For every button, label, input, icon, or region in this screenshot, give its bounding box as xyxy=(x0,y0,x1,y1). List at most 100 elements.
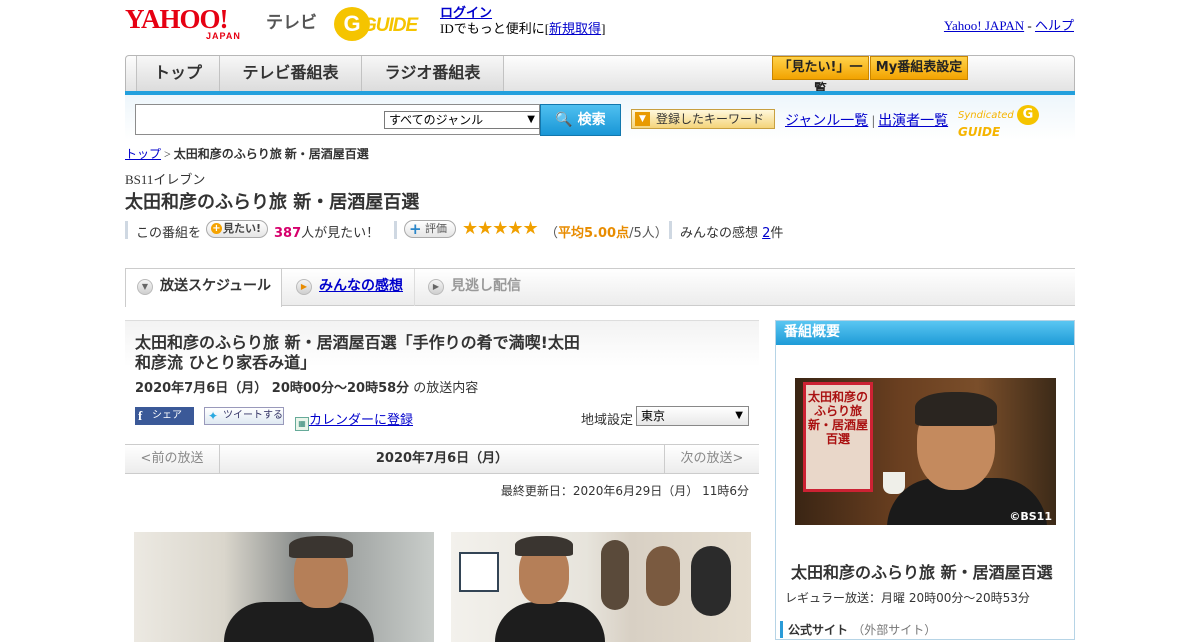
tab-top[interactable]: トップ xyxy=(136,56,220,91)
tweet-label: ツイートする xyxy=(223,410,283,421)
tweet-button[interactable]: ✦ ツイートする xyxy=(204,407,284,425)
want-prefix: この番組を xyxy=(136,226,202,241)
episode-photo xyxy=(451,532,751,642)
photo-figure xyxy=(495,602,605,642)
search-button-label: 検索 xyxy=(577,112,606,128)
dash: - xyxy=(1024,18,1035,33)
program-subtabs: ▼ 放送スケジュール ▶ みんなの感想 ▶ 見逃し配信 xyxy=(125,268,1075,307)
divider xyxy=(125,221,128,239)
photo-pan xyxy=(691,546,731,616)
tv-label[interactable]: テレビ xyxy=(266,8,317,33)
search-row: すべてのジャンル ▼ 🔍 検索 ▼ 登録したキーワード ジャンル一覧 | 出演者… xyxy=(125,95,1075,140)
login-suffix: ] xyxy=(601,21,606,36)
login-block: ログイン IDでもっと便利に[新規取得] xyxy=(440,5,605,37)
syndicated-gguide: Syndicated G GUIDE xyxy=(958,105,1075,139)
main-nav: トップ テレビ番組表 ラジオ番組表 「見たい!」一覧 My番組表設定 xyxy=(125,55,1075,97)
mitai-list-button[interactable]: 「見たい!」一覧 xyxy=(772,56,869,97)
yahoo-japan-link[interactable]: Yahoo! JAPAN xyxy=(944,18,1024,33)
divider xyxy=(394,221,397,239)
rating-button-label: 評価 xyxy=(425,222,447,235)
calendar-register-link[interactable]: カレンダーに登録 xyxy=(309,413,413,428)
want-button[interactable]: + 見たい! xyxy=(206,220,268,238)
syndicated-g-mark: G xyxy=(1016,105,1039,125)
regular-broadcast: レギュラー放送：月曜 20時00分～20時53分 xyxy=(785,591,1030,605)
photo-dish xyxy=(459,552,499,592)
plus-icon: + xyxy=(409,220,422,238)
photo-hair xyxy=(515,536,573,556)
top-right-links: Yahoo! JAPAN - ヘルプ xyxy=(944,15,1074,34)
yahoo-japan-logo[interactable]: YAHOO! JAPAN xyxy=(125,4,261,42)
want-button-label: 見たい! xyxy=(223,222,262,235)
episode-date: 2020年7月6日（月） 20時00分～20時58分 xyxy=(135,381,410,396)
izakaya-sign: 太田和彦のふらり旅新・居酒屋百選 xyxy=(803,382,873,492)
program-image: 太田和彦のふらり旅新・居酒屋百選 ©BS11 xyxy=(795,378,1056,525)
registered-keyword-label: 登録したキーワード xyxy=(656,112,765,126)
gguide-word: GUIDE xyxy=(362,15,418,36)
episode-title: 太田和彦のふらり旅 新・居酒屋百選「手作りの肴で満喫!太田和彦流 ひとり家呑み道… xyxy=(135,333,580,372)
image-figure-hair xyxy=(915,392,997,426)
want-suffix: 人が見たい！ xyxy=(301,226,380,241)
next-broadcast-button[interactable]: 次の放送> xyxy=(664,445,759,473)
avg-open: （ xyxy=(545,226,559,241)
breadcrumb-top[interactable]: トップ xyxy=(125,147,161,161)
signup-link[interactable]: 新規取得 xyxy=(549,21,601,36)
search-button[interactable]: 🔍 検索 xyxy=(540,104,621,136)
reviews-label: みんなの感想 xyxy=(680,226,763,241)
episode-date-line: 2020年7月6日（月） 20時00分～20時58分 の放送内容 xyxy=(135,377,478,396)
want-count-text: 387人が見たい！ xyxy=(274,222,379,241)
overview-header: 番組概要 xyxy=(776,321,1074,345)
chevron-down-icon: ▼ xyxy=(137,279,153,295)
tab-schedule-label: 放送スケジュール xyxy=(160,278,272,294)
my-schedule-button[interactable]: My番組表設定 xyxy=(870,56,968,80)
help-link[interactable]: ヘルプ xyxy=(1035,18,1074,33)
star-rating: ★★★★★ xyxy=(462,218,539,239)
official-site-label: 公式サイト xyxy=(788,623,849,637)
divider xyxy=(669,221,672,239)
region-label: 地域設定 xyxy=(581,413,634,428)
photo-pan xyxy=(601,540,629,610)
rating-button[interactable]: + 評価 xyxy=(404,220,456,238)
genre-select[interactable]: すべてのジャンル ▼ xyxy=(384,111,540,129)
search-icon: 🔍 xyxy=(555,112,573,128)
link-divider: | xyxy=(871,114,875,129)
avg-people: /5人） xyxy=(629,226,668,241)
photo-pan xyxy=(646,546,680,606)
reviews-suffix: 件 xyxy=(770,226,784,241)
dropdown-icon: ▼ xyxy=(635,112,650,126)
tab-missed-streaming: ▶ 見逃し配信 xyxy=(417,269,557,306)
facebook-share-button[interactable]: f シェア xyxy=(135,407,194,425)
calendar-icon: ▦ xyxy=(295,417,309,431)
photo-figure xyxy=(224,602,374,642)
average-rating: （平均5.00点/5人） xyxy=(545,222,668,241)
episode-box: 太田和彦のふらり旅 新・居酒屋百選「手作りの肴で満喫!太田和彦流 ひとり家呑み道… xyxy=(125,320,759,436)
region-select[interactable]: 東京 ▼ xyxy=(636,406,749,426)
tab-reviews[interactable]: ▶ みんなの感想 xyxy=(285,269,415,306)
tab-schedule[interactable]: ▼ 放送スケジュール xyxy=(125,269,282,307)
login-link[interactable]: ログイン xyxy=(440,5,492,20)
genre-list-link[interactable]: ジャンル一覧 xyxy=(785,114,868,129)
channel-name: BS11イレブン xyxy=(125,172,206,187)
genre-select-value: すべてのジャンル xyxy=(389,113,484,127)
calendar-register[interactable]: ▦ カレンダーに登録 xyxy=(295,409,413,431)
tab-tv-schedule[interactable]: テレビ番組表 xyxy=(220,56,362,91)
gguide-logo[interactable]: G GUIDE xyxy=(334,7,430,41)
tab-reviews-label[interactable]: みんなの感想 xyxy=(319,278,403,294)
logo-japan-text: JAPAN xyxy=(206,31,241,41)
tab-radio-schedule[interactable]: ラジオ番組表 xyxy=(362,56,504,91)
program-overview-panel: 番組概要 太田和彦のふらり旅新・居酒屋百選 ©BS11 太田和彦のふらり旅 新・… xyxy=(775,320,1075,640)
facebook-icon: f xyxy=(138,408,143,423)
current-broadcast-date: 2020年7月6日（月） xyxy=(375,451,509,466)
avg-score: 平均5.00点 xyxy=(558,226,630,241)
cast-list-link[interactable]: 出演者一覧 xyxy=(878,114,948,129)
chevron-right-icon: ▶ xyxy=(428,279,444,295)
overview-title: 太田和彦のふらり旅 新・居酒屋百選 xyxy=(791,563,1053,582)
last-updated: 最終更新日：2020年6月29日（月） 11時6分 xyxy=(500,484,749,498)
prev-broadcast-button[interactable]: <前の放送 xyxy=(125,445,220,473)
photo-hair xyxy=(289,536,353,558)
registered-keyword-button[interactable]: ▼ 登録したキーワード xyxy=(631,109,775,129)
breadcrumb-sep: > xyxy=(161,147,174,161)
tab-missed-label: 見逃し配信 xyxy=(451,278,521,294)
copyright-mark: ©BS11 xyxy=(1009,510,1052,523)
genre-links: ジャンル一覧 | 出演者一覧 xyxy=(785,110,948,130)
image-sake-cup xyxy=(883,472,905,494)
